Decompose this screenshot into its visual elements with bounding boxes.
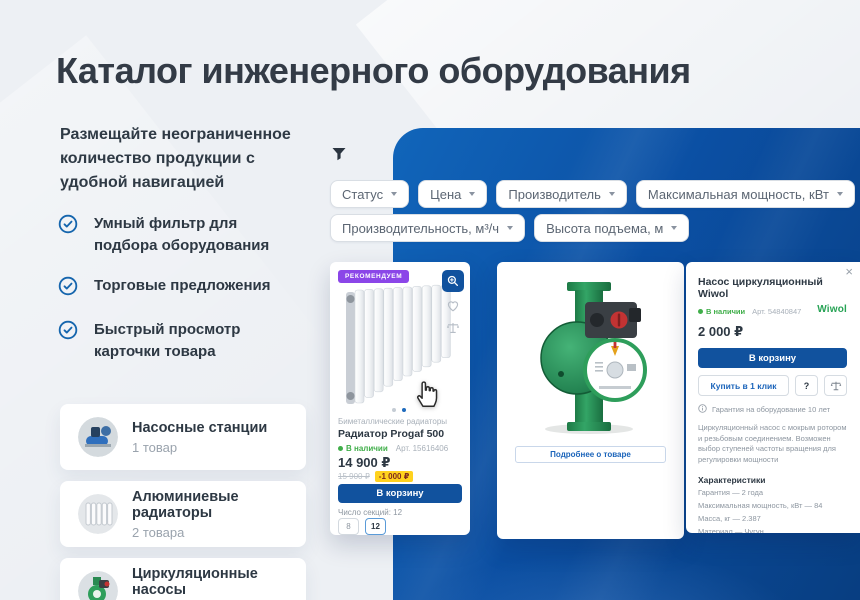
category-card-aluminum-radiators[interactable]: Алюминиевые радиаторы 2 товара: [60, 481, 306, 547]
filter-max-power[interactable]: Максимальная мощность, кВт: [636, 180, 855, 208]
filter-row-1: Статус Цена Производитель Максимальная м…: [330, 180, 855, 208]
ask-question-button[interactable]: ?: [795, 375, 818, 396]
product-old-price-row: 15 900 ₽ -1 000 ₽: [338, 471, 462, 482]
filter-label: Производитель: [508, 187, 601, 202]
availability-status: В наличии: [338, 444, 388, 453]
filter-row-2: Производительность, м³/ч Высота подъема,…: [330, 214, 689, 242]
product-category: Биметаллические радиаторы: [338, 417, 462, 426]
chevron-down-icon: [507, 226, 513, 230]
chevron-down-icon: [609, 192, 615, 196]
spec-line: Гарантия — 2 года: [698, 488, 847, 497]
category-count: 2 товара: [132, 525, 306, 540]
detail-meta: В наличии Арт. 54840847 Wiwol: [698, 306, 847, 316]
detail-description: Циркуляционный насос с мокрым ротором и …: [698, 423, 847, 466]
filter-manufacturer[interactable]: Производитель: [496, 180, 627, 208]
one-click-buy-button[interactable]: Купить в 1 клик: [698, 375, 789, 396]
intro-text: Размещайте неограниченное количество про…: [60, 123, 298, 195]
category-card-circulation-pumps[interactable]: Циркуляционные насосы 2 товара: [60, 558, 306, 600]
carousel-dot[interactable]: [392, 408, 396, 412]
product-card-radiator[interactable]: РЕКОМЕНДУЕМ: [330, 262, 470, 535]
info-icon: [698, 404, 707, 415]
close-icon[interactable]: ×: [845, 265, 853, 278]
filter-status[interactable]: Статус: [330, 180, 409, 208]
filter-label: Максимальная мощность, кВт: [648, 187, 829, 202]
feature-item: Торговые предложения: [58, 275, 288, 301]
section-option-12-selected[interactable]: 12: [365, 518, 386, 535]
compare-button[interactable]: [824, 375, 847, 396]
circulation-pump-avatar: [78, 571, 118, 600]
filter-label: Высота подъема, м: [546, 221, 663, 236]
product-details-button[interactable]: Подробнее о товаре: [515, 446, 666, 463]
section-options: 8 12: [338, 518, 462, 535]
check-circle-icon: [58, 276, 78, 301]
filter-label: Статус: [342, 187, 383, 202]
check-circle-icon: [58, 214, 78, 257]
sections-label: Число секций: 12: [338, 508, 462, 517]
category-title: Алюминиевые радиаторы: [132, 489, 306, 521]
filter-funnel-icon[interactable]: [331, 147, 347, 167]
landing-catalog-screen: Каталог инженерного оборудования Размеща…: [0, 0, 860, 600]
chevron-down-icon: [671, 226, 677, 230]
quick-view-button[interactable]: [442, 270, 464, 292]
detail-sku: Арт. 54840847: [752, 307, 801, 316]
feature-item: Умный фильтр для подбора оборудования: [58, 213, 288, 257]
product-sku: Арт. 15616406: [396, 444, 448, 453]
guarantee-note: Гарантия на оборудование 10 лет: [698, 404, 847, 415]
add-to-cart-button[interactable]: В корзину: [338, 484, 462, 503]
discount-badge: -1 000 ₽: [375, 471, 413, 482]
compare-icon[interactable]: [445, 320, 461, 336]
feature-label: Быстрый просмотр карточки товара: [94, 319, 272, 363]
filter-label: Цена: [430, 187, 461, 202]
filter-label: Производительность, м³/ч: [342, 221, 499, 236]
section-option-8[interactable]: 8: [338, 518, 359, 535]
filter-capacity[interactable]: Производительность, м³/ч: [330, 214, 525, 242]
product-price: 14 900 ₽: [338, 455, 462, 471]
detail-price: 2 000 ₽: [698, 324, 847, 340]
old-price: 15 900 ₽: [338, 472, 370, 481]
add-to-cart-button[interactable]: В корзину: [698, 348, 847, 368]
availability-status: В наличии: [698, 307, 745, 316]
chevron-down-icon: [391, 192, 397, 196]
chevron-down-icon: [837, 192, 843, 196]
page-title: Каталог инженерного оборудования: [56, 50, 691, 92]
category-title: Насосные станции: [132, 420, 267, 436]
product-action-icons: [442, 270, 464, 336]
in-stock-dot: [698, 309, 703, 314]
brand-logo[interactable]: Wiwol: [817, 304, 847, 315]
chevron-down-icon: [469, 192, 475, 196]
spec-line: Максимальная мощность, кВт — 84: [698, 501, 847, 510]
radiator-avatar: [78, 494, 118, 534]
recommend-badge: РЕКОМЕНДУЕМ: [338, 270, 409, 283]
spec-line: Материал — Чугун: [698, 527, 847, 533]
filter-lift-height[interactable]: Высота подъема, м: [534, 214, 689, 242]
filter-price[interactable]: Цена: [418, 180, 487, 208]
guarantee-text: Гарантия на оборудование 10 лет: [712, 405, 830, 414]
category-count: 1 товар: [132, 440, 267, 455]
product-name[interactable]: Радиатор Progaf 500: [338, 428, 462, 440]
feature-label: Умный фильтр для подбора оборудования: [94, 213, 272, 257]
radiator-product-image: [344, 278, 456, 411]
carousel-dot-active[interactable]: [402, 408, 406, 412]
in-stock-dot: [338, 446, 343, 451]
feature-item: Быстрый просмотр карточки товара: [58, 319, 288, 363]
category-card-pump-stations[interactable]: Насосные станции 1 товар: [60, 404, 306, 470]
detail-title: Насос циркуляционный Wiwol: [698, 276, 847, 300]
product-detail-card: × Насос циркуляционный Wiwol В наличии А…: [686, 262, 860, 533]
specs-title: Характеристики: [698, 475, 847, 485]
quick-view-card-pump: Подробнее о товаре: [497, 262, 684, 539]
check-circle-icon: [58, 320, 78, 363]
pump-station-avatar: [78, 417, 118, 457]
feature-label: Торговые предложения: [94, 275, 272, 301]
spec-line: Масса, кг — 2.387: [698, 514, 847, 523]
category-title: Циркуляционные насосы: [132, 566, 306, 598]
product-meta: В наличии Арт. 15616406: [338, 444, 462, 453]
favorite-icon[interactable]: [445, 298, 461, 314]
feature-list: Умный фильтр для подбора оборудования То…: [58, 213, 288, 381]
pump-product-image: [527, 278, 655, 441]
image-carousel-dots[interactable]: [392, 408, 406, 412]
secondary-actions-row: Купить в 1 клик ?: [698, 375, 847, 396]
